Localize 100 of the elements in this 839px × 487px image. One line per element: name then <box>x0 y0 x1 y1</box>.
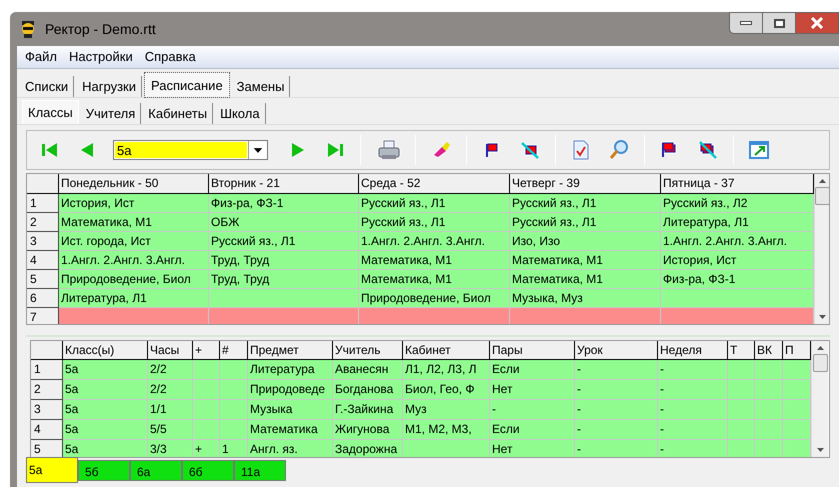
table-cell[interactable]: - <box>658 400 728 420</box>
tab[interactable]: Замены <box>232 76 290 97</box>
table-cell[interactable]: 1/1 <box>148 400 193 420</box>
table-cell[interactable] <box>783 440 811 457</box>
table-cell[interactable] <box>193 400 220 420</box>
table-cell[interactable]: Музыка <box>248 400 333 420</box>
flags-crossed-icon[interactable] <box>697 139 719 161</box>
table-cell[interactable]: Русский яз., Л2 <box>661 194 814 213</box>
scrollbar-track[interactable] <box>814 174 829 324</box>
table-cell[interactable]: - <box>575 380 658 400</box>
table-cell[interactable]: Богданова <box>333 380 403 400</box>
tab[interactable]: Учителя <box>80 103 142 124</box>
table-cell[interactable] <box>193 380 220 400</box>
table-cell[interactable] <box>783 420 811 440</box>
scroll-thumb[interactable] <box>812 354 828 372</box>
table-cell[interactable]: 1 <box>220 440 248 457</box>
table-cell[interactable]: 5/5 <box>148 420 193 440</box>
table-cell[interactable]: Математика, М1 <box>510 251 661 270</box>
table-cell[interactable]: Если <box>490 420 575 440</box>
table-cell[interactable] <box>220 400 248 420</box>
tab[interactable]: Списки <box>20 76 74 97</box>
table-cell[interactable]: 1.Англ. 2.Англ. 3.Англ. <box>359 232 510 251</box>
table-cell[interactable]: ОБЖ <box>209 213 359 232</box>
table-cell[interactable]: Англ. яз. <box>248 440 333 457</box>
table-cell[interactable]: 2/2 <box>148 360 193 380</box>
table-cell[interactable] <box>755 380 783 400</box>
table-cell[interactable] <box>728 380 755 400</box>
menu-item[interactable]: Справка <box>138 47 202 67</box>
table-cell[interactable] <box>220 420 248 440</box>
table-cell[interactable]: Изо, Изо <box>510 232 661 251</box>
table-cell[interactable]: Нет <box>490 440 575 457</box>
table-cell[interactable] <box>661 289 814 308</box>
table-cell[interactable] <box>661 308 814 324</box>
menu-item[interactable]: Файл <box>19 47 63 67</box>
table-cell[interactable]: М1, М2, М3, <box>403 420 490 440</box>
table-cell[interactable] <box>728 420 755 440</box>
table-cell[interactable]: Русский яз., Л1 <box>510 213 661 232</box>
table-cell[interactable]: 5а <box>63 360 148 380</box>
table-cell[interactable] <box>193 420 220 440</box>
class-tab[interactable]: 11а <box>234 460 286 481</box>
table-cell[interactable]: Физ-ра, ФЗ-1 <box>209 194 359 213</box>
table-cell[interactable]: 5а <box>63 440 148 457</box>
table-cell[interactable]: Русский яз., Л1 <box>510 194 661 213</box>
table-cell[interactable]: Литература, Л1 <box>59 289 209 308</box>
scroll-up-icon[interactable] <box>819 179 826 183</box>
class-field[interactable]: 5а <box>113 140 268 160</box>
table-cell[interactable]: Муз <box>403 400 490 420</box>
table-cell[interactable]: 1.Англ. 2.Англ. 3.Англ. <box>59 251 209 270</box>
table-cell[interactable]: + <box>193 440 220 457</box>
table-cell[interactable] <box>755 420 783 440</box>
table-cell[interactable]: 5а <box>63 400 148 420</box>
table-cell[interactable] <box>59 308 209 324</box>
magnifier-icon[interactable] <box>608 139 630 161</box>
table-cell[interactable]: Русский яз., Л1 <box>359 194 510 213</box>
menu-item[interactable]: Настройки <box>62 47 139 67</box>
table-cell[interactable]: Аванесян <box>333 360 403 380</box>
table-cell[interactable]: Труд, Труд <box>209 251 359 270</box>
table-cell[interactable] <box>728 400 755 420</box>
scroll-up-icon[interactable] <box>816 346 824 350</box>
class-tab[interactable]: 5б <box>78 460 130 481</box>
table-cell[interactable]: Задорожна <box>333 440 403 457</box>
table-cell[interactable]: - <box>575 400 658 420</box>
table-cell[interactable]: - <box>658 440 728 457</box>
table-cell[interactable]: Биол, Гео, Ф <box>403 380 490 400</box>
table-cell[interactable] <box>403 440 490 457</box>
table-cell[interactable]: 5а <box>63 420 148 440</box>
flag-crossed-icon[interactable] <box>519 139 541 161</box>
table-cell[interactable]: Природоведе <box>248 380 333 400</box>
scrollbar-track[interactable] <box>811 341 828 457</box>
class-tab[interactable]: 5а <box>26 457 78 483</box>
table-cell[interactable] <box>783 400 811 420</box>
table-cell[interactable]: 2/2 <box>148 380 193 400</box>
tab[interactable]: Нагрузки <box>77 76 142 97</box>
table-cell[interactable]: Русский яз., Л1 <box>359 213 510 232</box>
table-cell[interactable]: - <box>658 380 728 400</box>
table-cell[interactable]: Физ-ра, ФЗ-1 <box>661 270 814 289</box>
table-cell[interactable] <box>783 360 811 380</box>
table-cell[interactable]: Если <box>490 360 575 380</box>
table-cell[interactable] <box>728 360 755 380</box>
class-tab[interactable]: 6б <box>182 460 234 481</box>
table-cell[interactable]: Природоведение, Биол <box>359 289 510 308</box>
scroll-down-icon[interactable] <box>819 315 826 319</box>
table-cell[interactable]: - <box>658 360 728 380</box>
table-cell[interactable] <box>728 440 755 457</box>
table-cell[interactable]: История, Ист <box>59 194 209 213</box>
table-cell[interactable]: История, Ист <box>661 251 814 270</box>
tab[interactable]: Классы <box>22 100 79 124</box>
table-cell[interactable] <box>209 289 359 308</box>
table-cell[interactable]: Русский яз., Л1 <box>209 232 359 251</box>
table-cell[interactable] <box>755 440 783 457</box>
table-cell[interactable]: Жигунова <box>333 420 403 440</box>
class-tab[interactable]: 6а <box>130 460 182 481</box>
table-cell[interactable]: - <box>490 400 575 420</box>
tab[interactable]: Кабинеты <box>143 103 214 124</box>
scroll-down-icon[interactable] <box>816 448 824 452</box>
table-cell[interactable]: - <box>575 440 658 457</box>
table-cell[interactable]: - <box>575 420 658 440</box>
close-button[interactable] <box>795 12 839 34</box>
table-cell[interactable]: Математика, М1 <box>59 213 209 232</box>
table-cell[interactable] <box>755 360 783 380</box>
